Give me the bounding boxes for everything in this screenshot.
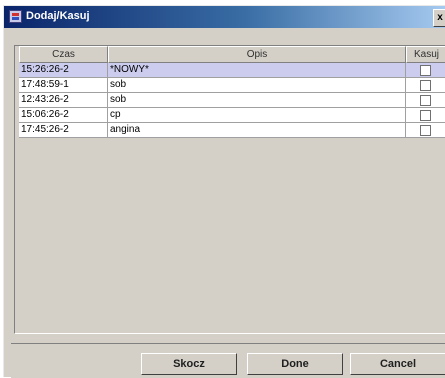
- delete-checkbox[interactable]: [420, 80, 431, 91]
- close-button[interactable]: x: [433, 9, 445, 27]
- delete-cell: [406, 78, 445, 93]
- column-header-kasuj[interactable]: Kasuj: [406, 46, 445, 63]
- description-cell[interactable]: *NOWY*: [108, 63, 406, 78]
- description-cell[interactable]: sob: [108, 93, 406, 108]
- cancel-button[interactable]: Cancel: [350, 353, 445, 375]
- button-bar: Skocz Done Cancel: [11, 343, 445, 378]
- time-cell[interactable]: 15:06:26-2: [19, 108, 108, 123]
- description-cell[interactable]: cp: [108, 108, 406, 123]
- delete-cell: [406, 108, 445, 123]
- table-row[interactable]: 15:26:26-2 *NOWY*: [19, 63, 445, 78]
- window-title: Dodaj/Kasuj: [26, 10, 90, 22]
- time-cell[interactable]: 17:45:26-2: [19, 123, 108, 138]
- table-row[interactable]: 15:06:26-2 cp: [19, 108, 445, 123]
- title-bar[interactable]: Dodaj/Kasuj x: [4, 6, 445, 28]
- table-row[interactable]: 17:45:26-2 angina: [19, 123, 445, 138]
- delete-checkbox[interactable]: [420, 125, 431, 136]
- column-header-czas[interactable]: Czas: [19, 46, 108, 63]
- column-header-opis[interactable]: Opis: [108, 46, 406, 63]
- app-icon: [9, 10, 22, 23]
- time-cell[interactable]: 15:26:26-2: [19, 63, 108, 78]
- table-row[interactable]: 12:43:26-2 sob: [19, 93, 445, 108]
- skocz-button[interactable]: Skocz: [141, 353, 237, 375]
- dialog-window: Dodaj/Kasuj x Czas Opis Kasuj 15:26:26-2…: [3, 5, 445, 378]
- delete-cell: [406, 63, 445, 78]
- time-cell[interactable]: 17:48:59-1: [19, 78, 108, 93]
- delete-checkbox[interactable]: [420, 95, 431, 106]
- table-row[interactable]: 17:48:59-1 sob: [19, 78, 445, 93]
- delete-checkbox[interactable]: [420, 110, 431, 121]
- entries-table: Czas Opis Kasuj 15:26:26-2 *NOWY* 17:48:…: [14, 45, 445, 334]
- description-cell[interactable]: angina: [108, 123, 406, 138]
- description-cell[interactable]: sob: [108, 78, 406, 93]
- time-cell[interactable]: 12:43:26-2: [19, 93, 108, 108]
- done-button[interactable]: Done: [247, 353, 343, 375]
- delete-cell: [406, 93, 445, 108]
- delete-cell: [406, 123, 445, 138]
- delete-checkbox[interactable]: [420, 65, 431, 76]
